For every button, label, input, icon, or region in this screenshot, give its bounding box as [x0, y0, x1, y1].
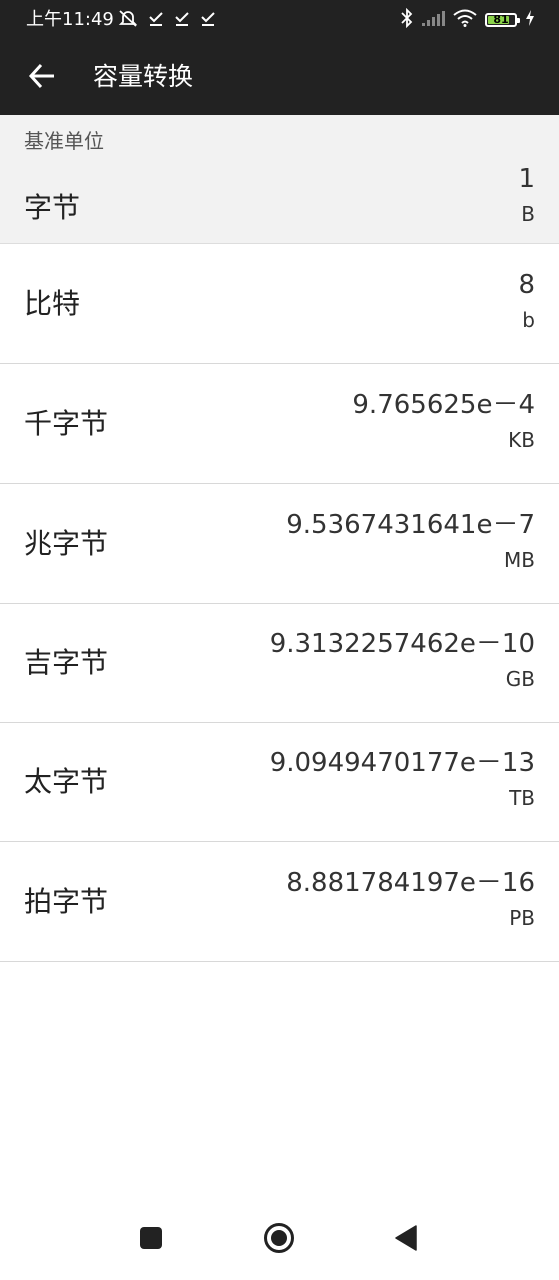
base-unit-name: 字节: [24, 191, 81, 224]
unit-symbol: b: [522, 308, 535, 332]
base-unit-unit: B: [521, 202, 535, 226]
charging-icon: [525, 9, 535, 31]
status-right-icons: 81: [401, 7, 535, 32]
back-button[interactable]: [22, 58, 62, 98]
checkbox-icon: [174, 10, 190, 30]
unit-value: 9.3132257462e－10: [269, 629, 535, 659]
battery-cap: [517, 18, 520, 23]
recents-button[interactable]: [133, 1222, 169, 1258]
back-nav-button[interactable]: [388, 1222, 424, 1258]
unit-name: 兆字节: [24, 527, 109, 560]
unit-symbol: MB: [504, 548, 535, 572]
list-item-megabyte[interactable]: 兆字节 9.5367431641e－7 MB: [0, 484, 559, 604]
recents-square-icon: [139, 1226, 163, 1254]
arrow-left-icon: [28, 62, 56, 94]
home-circle-icon: [263, 1222, 295, 1258]
checkbox-icon: [200, 10, 216, 30]
back-triangle-icon: [394, 1225, 418, 1255]
status-time: 上午11:49: [26, 9, 114, 30]
unit-value: 8.881784197e－16: [286, 868, 535, 898]
unit-value: 9.0949470177e－13: [269, 748, 535, 778]
unit-symbol: GB: [505, 667, 535, 691]
base-unit-value: 1: [518, 164, 535, 194]
alarm-off-icon: [118, 9, 138, 31]
unit-name: 比特: [24, 287, 81, 320]
signal-icon: [421, 10, 445, 30]
unit-value: 9.5367431641e－7: [286, 510, 535, 540]
unit-symbol: TB: [509, 786, 535, 810]
checkbox-icon: [148, 10, 164, 30]
base-unit-section[interactable]: 基准单位 字节 1 B: [0, 115, 559, 244]
unit-value: 9.765625e－4: [352, 390, 535, 420]
unit-value: 8: [518, 270, 535, 300]
unit-name: 吉字节: [24, 646, 109, 679]
unit-symbol: PB: [509, 906, 535, 930]
page-title: 容量转换: [93, 62, 194, 91]
home-button[interactable]: [261, 1222, 297, 1258]
status-bar: 上午11:49 81: [0, 0, 559, 40]
list-item-terabyte[interactable]: 太字节 9.0949470177e－13 TB: [0, 722, 559, 842]
base-unit-header: 基准单位: [24, 129, 104, 153]
bluetooth-icon: [401, 7, 413, 32]
navigation-bar: [0, 1200, 559, 1280]
screen: 上午11:49 81 容量转换 基准单位 字节 1 B 比特 8 b 千字节 9…: [0, 0, 559, 1280]
unit-name: 千字节: [24, 407, 109, 440]
list-item-kilobyte[interactable]: 千字节 9.765625e－4 KB: [0, 364, 559, 484]
wifi-icon: [453, 9, 477, 31]
battery-icon: 81: [485, 13, 520, 27]
list-item-bit[interactable]: 比特 8 b: [0, 244, 559, 364]
list-item-petabyte[interactable]: 拍字节 8.881784197e－16 PB: [0, 842, 559, 962]
battery-level: 81: [493, 13, 509, 26]
status-left-icons: [118, 10, 216, 30]
unit-name: 拍字节: [24, 885, 109, 918]
unit-symbol: KB: [508, 428, 535, 452]
unit-name: 太字节: [24, 765, 109, 798]
list-item-gigabyte[interactable]: 吉字节 9.3132257462e－10 GB: [0, 603, 559, 723]
app-bar: 容量转换: [0, 40, 559, 115]
